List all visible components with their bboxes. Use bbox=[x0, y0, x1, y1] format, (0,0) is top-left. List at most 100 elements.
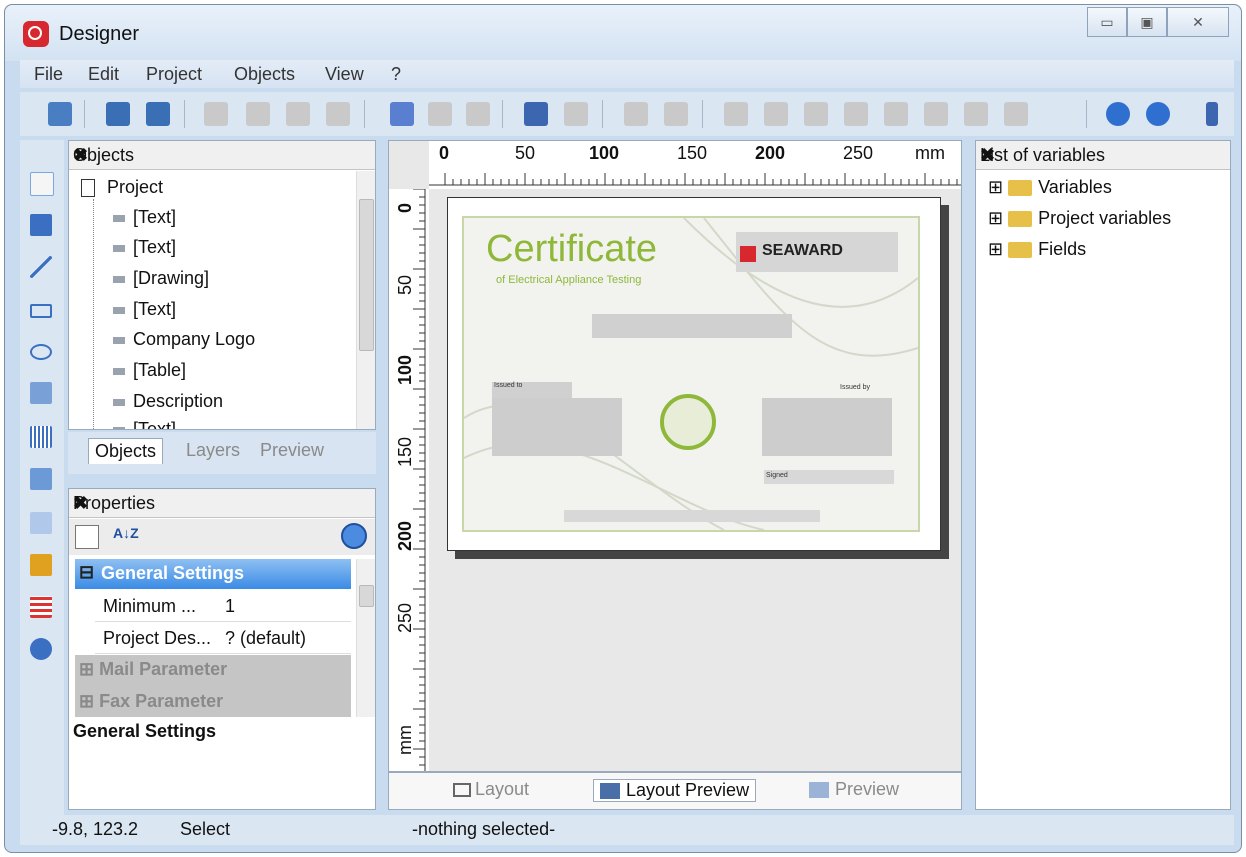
select-tool-icon[interactable] bbox=[30, 172, 54, 196]
tab-layout[interactable]: Layout bbox=[453, 779, 529, 800]
align-left-icon[interactable] bbox=[724, 102, 748, 126]
menu-help[interactable]: ? bbox=[391, 64, 401, 85]
ruler-label: 50 bbox=[515, 143, 536, 163]
object-icon bbox=[113, 306, 125, 314]
tree-item[interactable]: [Text] bbox=[113, 299, 176, 320]
categorized-icon[interactable] bbox=[75, 525, 99, 549]
paste-icon[interactable] bbox=[286, 102, 310, 126]
refresh-icon[interactable] bbox=[524, 102, 548, 126]
ruler-label: mm bbox=[395, 725, 415, 755]
cut-icon[interactable] bbox=[204, 102, 228, 126]
properties-panel-close-icon[interactable]: ✖ bbox=[73, 493, 369, 514]
print-preview-icon[interactable] bbox=[146, 102, 170, 126]
collapse-icon[interactable]: ⊟ bbox=[79, 562, 94, 583]
tree-item[interactable]: Description bbox=[113, 391, 223, 412]
user-object-icon[interactable] bbox=[30, 554, 52, 576]
tree-item[interactable]: Company Logo bbox=[113, 329, 255, 350]
issued-by-label: Issued by bbox=[840, 384, 870, 391]
objects-scrollbar[interactable] bbox=[356, 171, 375, 429]
scrollbar-thumb[interactable] bbox=[359, 199, 374, 351]
tab-preview[interactable]: Preview bbox=[260, 440, 324, 461]
picture-tool-icon[interactable] bbox=[30, 382, 52, 404]
menu-objects[interactable]: Objects bbox=[234, 64, 295, 85]
status-bar: -9.8, 123.2 Select -nothing selected- bbox=[20, 815, 1234, 845]
maximize-button[interactable]: ▣ bbox=[1127, 7, 1167, 37]
ruler-label: 200 bbox=[395, 520, 415, 551]
space-vertical-icon[interactable] bbox=[1004, 102, 1028, 126]
status-coordinates: -9.8, 123.2 bbox=[52, 819, 139, 839]
expand-icon[interactable]: ⊞ bbox=[988, 208, 1003, 228]
menu-file[interactable]: File bbox=[34, 64, 63, 85]
ruler-label: 100 bbox=[589, 143, 620, 163]
issued-to-label: Issued to bbox=[494, 382, 523, 389]
property-row[interactable]: Project Des... ? (default) bbox=[95, 623, 351, 654]
align-right-icon[interactable] bbox=[804, 102, 828, 126]
menu-edit[interactable]: Edit bbox=[88, 64, 119, 85]
object-icon bbox=[113, 244, 125, 252]
zoom-fit-icon[interactable] bbox=[466, 102, 490, 126]
tree-item[interactable]: [Text] bbox=[113, 237, 176, 258]
expand-icon[interactable]: ⊞ bbox=[79, 691, 94, 711]
barcode-tool-icon[interactable] bbox=[30, 426, 52, 448]
help-icon[interactable] bbox=[1106, 102, 1130, 126]
save-icon[interactable] bbox=[48, 102, 72, 126]
html-tool-icon[interactable] bbox=[30, 638, 52, 660]
tree-item[interactable]: [Text] bbox=[113, 207, 176, 228]
align-middle-icon[interactable] bbox=[924, 102, 948, 126]
close-window-button[interactable]: ✕ bbox=[1167, 7, 1229, 37]
tab-layers[interactable]: Layers bbox=[186, 440, 240, 461]
info-icon[interactable] bbox=[341, 523, 367, 549]
tab-objects[interactable]: Objects bbox=[88, 438, 164, 464]
align-center-icon[interactable] bbox=[764, 102, 788, 126]
properties-icon[interactable] bbox=[564, 102, 588, 126]
fields-node[interactable]: ⊞ Fields bbox=[988, 239, 1086, 260]
tree-root-project[interactable]: Project bbox=[81, 177, 163, 198]
expand-icon[interactable]: ⊞ bbox=[988, 239, 1003, 259]
bring-front-icon[interactable] bbox=[624, 102, 648, 126]
line-tool-icon[interactable] bbox=[30, 256, 52, 278]
expand-icon[interactable]: ⊞ bbox=[79, 659, 94, 679]
zoom-in-icon[interactable] bbox=[390, 102, 414, 126]
variables-node[interactable]: ⊞ Variables bbox=[988, 177, 1112, 198]
exit-icon[interactable] bbox=[1206, 102, 1218, 126]
crosstab-tool-icon[interactable] bbox=[30, 596, 52, 618]
expand-icon[interactable]: ⊞ bbox=[988, 177, 1003, 197]
objects-panel-close-icon[interactable]: ✖ bbox=[73, 145, 369, 166]
undo-icon[interactable] bbox=[326, 102, 350, 126]
certificate-page[interactable]: Certificate of Electrical Appliance Test… bbox=[447, 197, 941, 551]
object-icon bbox=[113, 398, 125, 406]
property-section-general[interactable]: ⊟ General Settings bbox=[75, 559, 351, 589]
tree-item[interactable]: [Text] bbox=[113, 419, 176, 429]
property-row[interactable]: Minimum ... 1 bbox=[95, 591, 351, 622]
object-icon bbox=[113, 426, 125, 429]
rectangle-tool-icon[interactable] bbox=[30, 304, 52, 318]
context-help-icon[interactable] bbox=[1146, 102, 1170, 126]
project-variables-node[interactable]: ⊞ Project variables bbox=[988, 208, 1171, 229]
tab-preview[interactable]: Preview bbox=[809, 779, 899, 800]
table-tool-icon[interactable] bbox=[30, 468, 52, 490]
minimize-button[interactable]: ▭ bbox=[1087, 7, 1127, 37]
variables-panel-close-icon[interactable]: ✖ bbox=[980, 145, 1224, 166]
layout-preview-icon bbox=[600, 783, 620, 800]
layout-canvas[interactable]: 0 50 100 150 200 250 mm 0 50 100 150 200… bbox=[388, 140, 962, 772]
copy-icon[interactable] bbox=[246, 102, 270, 126]
menu-view[interactable]: View bbox=[325, 64, 364, 85]
properties-scrollbar[interactable] bbox=[356, 559, 375, 717]
property-section-mail[interactable]: ⊞ Mail Parameter bbox=[79, 659, 227, 680]
print-icon[interactable] bbox=[106, 102, 130, 126]
align-top-icon[interactable] bbox=[844, 102, 868, 126]
zoom-out-icon[interactable] bbox=[428, 102, 452, 126]
form-tool-icon[interactable] bbox=[30, 512, 52, 534]
property-section-fax[interactable]: ⊞ Fax Parameter bbox=[79, 691, 223, 712]
tab-layout-preview[interactable]: Layout Preview bbox=[593, 779, 757, 802]
scrollbar-thumb[interactable] bbox=[359, 585, 374, 607]
space-horizontal-icon[interactable] bbox=[884, 102, 908, 126]
text-tool-icon[interactable] bbox=[30, 214, 52, 236]
tree-item[interactable]: [Table] bbox=[113, 360, 186, 381]
tree-item[interactable]: [Drawing] bbox=[113, 268, 209, 289]
ellipse-tool-icon[interactable] bbox=[30, 344, 52, 360]
menu-project[interactable]: Project bbox=[146, 64, 202, 85]
send-back-icon[interactable] bbox=[664, 102, 688, 126]
align-bottom-icon[interactable] bbox=[964, 102, 988, 126]
sort-alpha-icon[interactable]: A↓Z bbox=[113, 525, 139, 541]
